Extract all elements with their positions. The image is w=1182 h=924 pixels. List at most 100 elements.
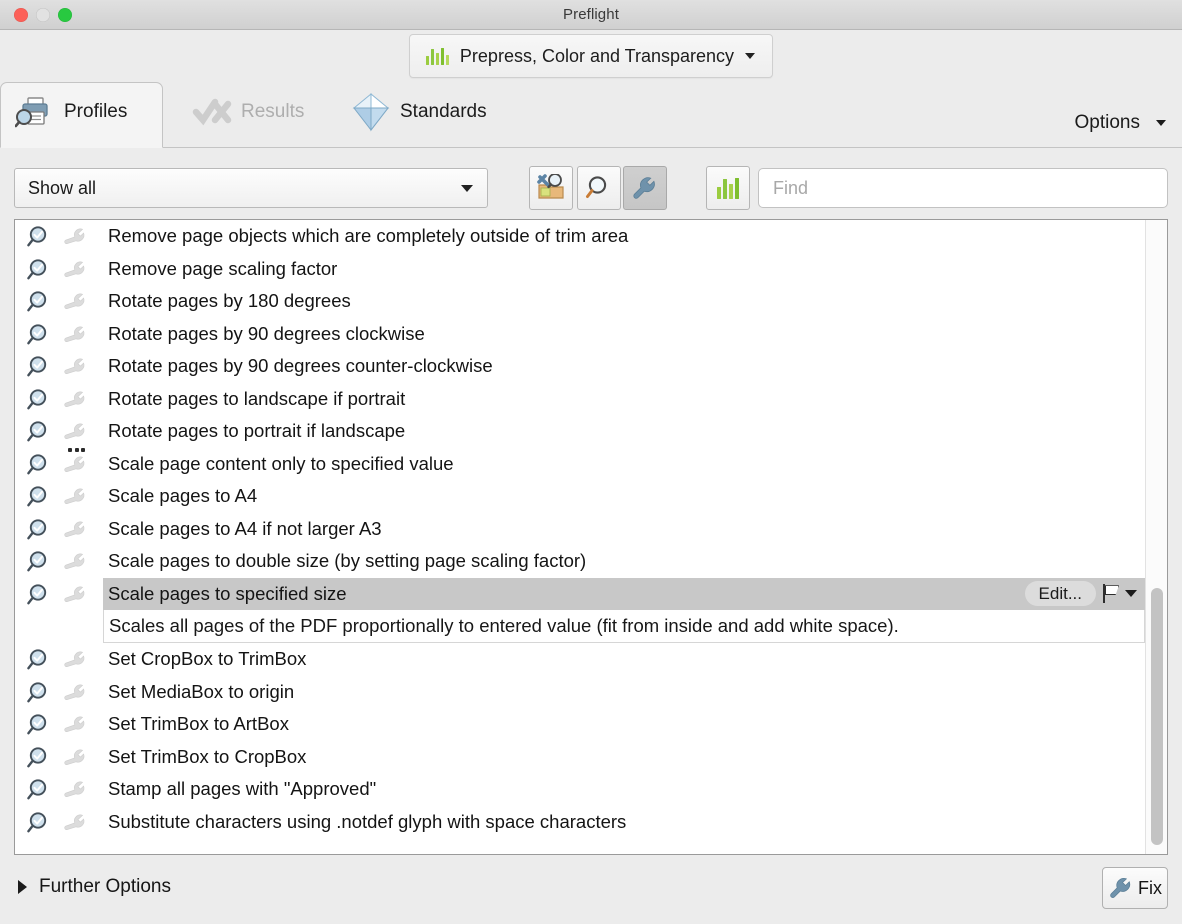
- row-check-icon[interactable]: [25, 648, 51, 677]
- row-fix-icon[interactable]: [62, 813, 90, 838]
- flag-dropdown[interactable]: [1103, 584, 1137, 604]
- fixup-row[interactable]: Substitute characters using .notdef glyp…: [15, 806, 1145, 839]
- fixup-row-label: Rotate pages to portrait if landscape: [108, 420, 406, 442]
- filter-toolbar: Show all Find: [0, 166, 1182, 214]
- list-scrollbar[interactable]: [1145, 220, 1167, 854]
- row-fix-icon[interactable]: [62, 683, 90, 708]
- row-fix-icon[interactable]: [62, 715, 90, 740]
- tab-standards[interactable]: Standards: [337, 82, 505, 148]
- options-menu-label: Options: [1074, 112, 1140, 133]
- row-fix-icon[interactable]: [62, 227, 90, 252]
- search-input[interactable]: Find: [758, 168, 1168, 208]
- row-fix-icon[interactable]: [62, 552, 90, 577]
- title-bar: Preflight: [0, 0, 1182, 30]
- fixup-row[interactable]: Rotate pages to landscape if portrait: [15, 383, 1145, 416]
- zoom-button[interactable]: [58, 8, 72, 22]
- fixup-row[interactable]: Scale pages to double size (by setting p…: [15, 545, 1145, 578]
- further-options-toggle[interactable]: Further Options: [18, 876, 171, 898]
- options-menu-button[interactable]: Options: [1075, 112, 1166, 134]
- fixup-row[interactable]: Scale pages to specified size Edit...: [15, 577, 1145, 612]
- row-check-icon[interactable]: [25, 778, 51, 807]
- row-options-dots-icon[interactable]: [68, 447, 85, 452]
- fixup-row[interactable]: Set MediaBox to origin: [15, 676, 1145, 709]
- wrench-icon: [64, 749, 85, 765]
- row-fix-icon[interactable]: [62, 585, 90, 610]
- row-fix-icon[interactable]: [62, 422, 90, 447]
- magnifier-check-icon: [27, 714, 47, 735]
- row-fix-icon[interactable]: [62, 357, 90, 382]
- fixup-row[interactable]: Set TrimBox to CropBox: [15, 741, 1145, 774]
- close-button[interactable]: [14, 8, 28, 22]
- fixup-row[interactable]: Rotate pages by 180 degrees: [15, 285, 1145, 318]
- fixup-row-label: Scale page content only to specified val…: [108, 452, 454, 474]
- row-fix-icon[interactable]: [62, 292, 90, 317]
- row-fix-icon[interactable]: [62, 650, 90, 675]
- fixup-row-label: Set TrimBox to CropBox: [108, 745, 307, 767]
- fixup-row[interactable]: Rotate pages to portrait if landscape: [15, 415, 1145, 448]
- row-fix-icon[interactable]: [62, 748, 90, 773]
- fixup-row[interactable]: Stamp all pages with "Approved": [15, 773, 1145, 806]
- row-check-icon[interactable]: [25, 518, 51, 547]
- row-check-icon[interactable]: [25, 550, 51, 579]
- row-text-area: Set TrimBox to CropBox: [103, 741, 1145, 774]
- row-fix-icon[interactable]: [62, 487, 90, 512]
- show-filter-select[interactable]: Show all: [14, 168, 488, 208]
- row-text-area: Remove page scaling factor: [103, 253, 1145, 286]
- row-check-icon[interactable]: [25, 485, 51, 514]
- row-check-icon[interactable]: [25, 355, 51, 384]
- fixup-row[interactable]: Rotate pages by 90 degrees counter-clock…: [15, 350, 1145, 383]
- fix-button[interactable]: Fix: [1102, 867, 1168, 909]
- row-fix-icon[interactable]: [62, 455, 90, 480]
- wrench-icon: [64, 814, 85, 830]
- fixup-row[interactable]: Set TrimBox to ArtBox: [15, 708, 1145, 741]
- row-check-icon[interactable]: [25, 681, 51, 710]
- bar-chart-button[interactable]: [706, 166, 750, 210]
- row-check-icon[interactable]: [25, 713, 51, 742]
- fixup-row-label: Remove page scaling factor: [108, 257, 338, 279]
- row-fix-icon[interactable]: [62, 325, 90, 350]
- row-fix-icon[interactable]: [62, 780, 90, 805]
- magnifier-check-icon: [27, 583, 47, 604]
- fixup-row-label: Remove page objects which are completely…: [108, 225, 629, 247]
- tab-profiles[interactable]: Profiles: [0, 82, 163, 148]
- fixup-row[interactable]: Remove page scaling factor: [15, 253, 1145, 286]
- row-text-area: Scale pages to A4 if not larger A3: [103, 513, 1145, 546]
- row-check-icon[interactable]: [25, 453, 51, 482]
- fixup-row[interactable]: Rotate pages by 90 degrees clockwise: [15, 318, 1145, 351]
- row-check-icon[interactable]: [25, 258, 51, 287]
- fixup-row[interactable]: Scale pages to A4 if not larger A3: [15, 513, 1145, 546]
- row-check-icon[interactable]: [25, 811, 51, 840]
- magnifier-button[interactable]: [577, 166, 621, 210]
- fix-button-label: Fix: [1138, 877, 1162, 898]
- row-fix-icon[interactable]: [62, 520, 90, 545]
- list-scrollbar-thumb[interactable]: [1151, 588, 1163, 845]
- fixup-row[interactable]: Remove page objects which are completely…: [15, 220, 1145, 253]
- row-fix-icon[interactable]: [62, 390, 90, 415]
- row-check-icon[interactable]: [25, 323, 51, 352]
- wrench-icon: [64, 228, 85, 244]
- fixup-row-label: Stamp all pages with "Approved": [108, 778, 377, 800]
- row-check-icon[interactable]: [25, 290, 51, 319]
- wrench-icon: [633, 177, 655, 199]
- row-check-icon[interactable]: [25, 420, 51, 449]
- wrench-icon: [1110, 878, 1131, 898]
- profile-selector-button[interactable]: Prepress, Color and Transparency: [408, 34, 774, 78]
- row-check-icon[interactable]: [25, 746, 51, 775]
- fixup-list-panel: Remove page objects which are completely…: [14, 219, 1168, 855]
- window-title: Preflight: [563, 6, 619, 23]
- row-check-icon[interactable]: [25, 583, 51, 612]
- fixup-row[interactable]: Scale page content only to specified val…: [15, 447, 1145, 482]
- row-text-area: Remove page objects which are completely…: [103, 220, 1145, 253]
- tab-results[interactable]: Results: [178, 82, 323, 148]
- wrench-folder-button[interactable]: [529, 166, 573, 210]
- wrench-button[interactable]: [623, 166, 667, 210]
- row-fix-icon[interactable]: [62, 260, 90, 285]
- tab-profiles-label: Profiles: [64, 101, 128, 122]
- minimize-button[interactable]: [36, 8, 50, 22]
- fixup-row[interactable]: Scale pages to A4: [15, 480, 1145, 513]
- fixup-row[interactable]: Set CropBox to TrimBox: [15, 643, 1145, 676]
- edit-button[interactable]: Edit...: [1024, 581, 1096, 607]
- row-check-icon[interactable]: [25, 225, 51, 254]
- row-text-area: Set CropBox to TrimBox: [103, 643, 1145, 676]
- row-check-icon[interactable]: [25, 388, 51, 417]
